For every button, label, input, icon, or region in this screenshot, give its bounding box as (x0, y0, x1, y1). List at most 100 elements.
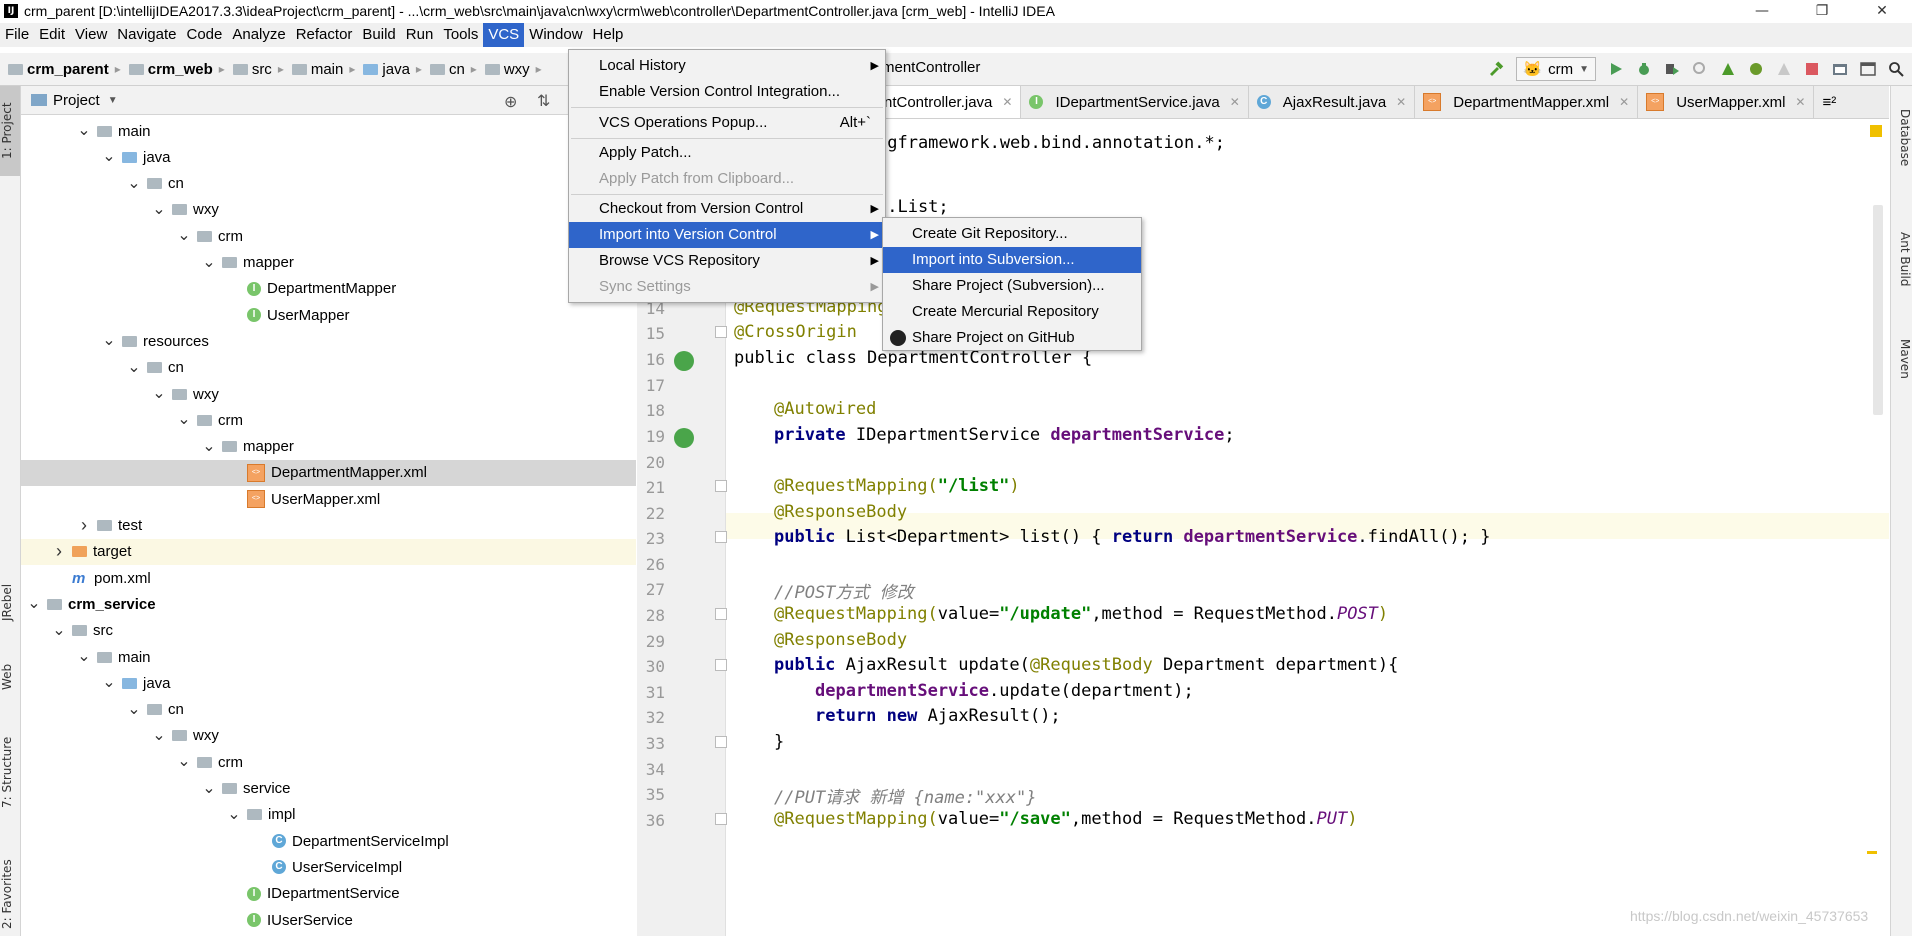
project-structure-icon[interactable] (1832, 61, 1848, 77)
fold-marker-icon[interactable] (715, 326, 727, 338)
expanded-arrow-icon[interactable]: ⌄ (152, 201, 166, 217)
expanded-arrow-icon[interactable]: ⌄ (177, 754, 191, 770)
expanded-arrow-icon[interactable]: ⌄ (27, 596, 41, 612)
breadcrumb-main[interactable]: main ▸ (291, 61, 355, 78)
tree-item[interactable]: › target (21, 538, 636, 565)
jrebel-debug-icon[interactable] (1748, 61, 1764, 77)
tree-item[interactable]: ⌄ crm (21, 749, 636, 775)
fold-marker-icon[interactable] (715, 480, 727, 492)
expanded-arrow-icon[interactable]: ⌄ (202, 254, 216, 270)
menu-refactor[interactable]: Refactor (291, 23, 358, 47)
tree-item[interactable]: ⌄ cn (21, 355, 636, 381)
run-configuration-select[interactable]: 🐱 crm ▼ (1516, 57, 1596, 81)
menu-item-vcs-operations-popup[interactable]: VCS Operations Popup... Alt+` (569, 110, 885, 136)
close-tab-icon[interactable]: ✕ (1230, 95, 1240, 109)
expanded-arrow-icon[interactable]: ⌄ (102, 675, 116, 691)
spring-bean-gutter-icon[interactable] (674, 351, 694, 371)
menu-window[interactable]: Window (524, 23, 587, 47)
tree-item[interactable]: ⌄ java (21, 144, 636, 170)
breadcrumb-cn[interactable]: cn ▸ (429, 61, 477, 78)
menu-view[interactable]: View (70, 23, 112, 47)
menu-build[interactable]: Build (357, 23, 400, 47)
menu-tools[interactable]: Tools (438, 23, 483, 47)
menu-file[interactable]: File (0, 23, 34, 47)
close-tab-icon[interactable]: ✕ (1002, 95, 1012, 109)
tree-item[interactable]: ⌄ main (21, 644, 636, 670)
menu-item-share-project-subversion[interactable]: Share Project (Subversion)... (883, 273, 1141, 299)
jrebel-disabled-icon[interactable] (1776, 61, 1792, 77)
tool-tab-ant-build[interactable]: Ant Build (1892, 214, 1912, 304)
tree-item[interactable]: › test (21, 513, 636, 539)
menu-item-share-on-github[interactable]: Share Project on GitHub (883, 325, 1141, 351)
menu-item-enable-vcs-integration[interactable]: Enable Version Control Integration... (569, 79, 885, 105)
menu-item-create-mercurial-repository[interactable]: Create Mercurial Repository (883, 299, 1141, 325)
breadcrumb-src[interactable]: src ▸ (232, 61, 284, 78)
breadcrumb-java[interactable]: java ▸ (363, 61, 422, 78)
expanded-arrow-icon[interactable]: ⌄ (102, 333, 116, 349)
expanded-arrow-icon[interactable]: ⌄ (152, 727, 166, 743)
tree-item[interactable]: ⌄ resources (21, 328, 636, 354)
menu-item-local-history[interactable]: Local History ▶ (569, 53, 885, 79)
menu-item-create-git-repository[interactable]: Create Git Repository... (883, 221, 1141, 247)
locate-icon[interactable]: ⊕ (504, 92, 517, 112)
menu-item-browse-vcs-repository[interactable]: Browse VCS Repository ▶ (569, 248, 885, 274)
tool-tab-database[interactable]: Database (1892, 98, 1912, 178)
search-icon[interactable] (1888, 61, 1904, 77)
close-tab-icon[interactable]: ✕ (1619, 95, 1629, 109)
tab-ajax-result[interactable]: C AjaxResult.java ✕ (1249, 86, 1416, 118)
breadcrumb-current-file[interactable]: mentController (882, 59, 980, 76)
breadcrumb-crm-web[interactable]: crm_web ▸ (128, 61, 225, 78)
expanded-arrow-icon[interactable]: ⌄ (77, 649, 91, 665)
menu-item-apply-patch[interactable]: Apply Patch... (569, 140, 885, 166)
fold-marker-icon[interactable] (715, 736, 727, 748)
tab-user-mapper-xml[interactable]: <> UserMapper.xml ✕ (1638, 86, 1815, 118)
tool-tab-jrebel[interactable]: JRebel (0, 572, 20, 632)
expanded-arrow-icon[interactable]: ⌄ (227, 806, 241, 822)
tree-item[interactable]: ⌄ impl (21, 802, 636, 828)
tree-item[interactable]: ⌄ wxy (21, 723, 636, 749)
expanded-arrow-icon[interactable]: ⌄ (127, 359, 141, 375)
expanded-arrow-icon[interactable]: ⌄ (177, 412, 191, 428)
tool-tab-structure[interactable]: 7: Structure (0, 722, 20, 822)
profile-icon[interactable] (1692, 61, 1708, 77)
collapsed-arrow-icon[interactable]: › (52, 541, 66, 562)
tree-item[interactable]: m pom.xml (21, 565, 636, 591)
tree-item[interactable]: ⌄ cn (21, 171, 636, 197)
tree-item[interactable]: C DepartmentServiceImpl (21, 828, 636, 854)
expanded-arrow-icon[interactable]: ⌄ (152, 386, 166, 402)
menu-edit[interactable]: Edit (34, 23, 70, 47)
fold-marker-icon[interactable] (715, 531, 727, 543)
coverage-icon[interactable] (1664, 61, 1680, 77)
expanded-arrow-icon[interactable]: ⌄ (127, 175, 141, 191)
run-icon[interactable] (1608, 61, 1624, 77)
expanded-arrow-icon[interactable]: ⌄ (102, 149, 116, 165)
fold-marker-icon[interactable] (715, 659, 727, 671)
tree-item[interactable]: ⌄ src (21, 618, 636, 644)
expanded-arrow-icon[interactable]: ⌄ (177, 228, 191, 244)
menu-run[interactable]: Run (401, 23, 439, 47)
menu-item-checkout[interactable]: Checkout from Version Control ▶ (569, 196, 885, 222)
stop-icon[interactable] (1804, 61, 1820, 77)
close-tab-icon[interactable]: ✕ (1396, 95, 1406, 109)
menu-navigate[interactable]: Navigate (112, 23, 181, 47)
autowired-gutter-icon[interactable] (674, 428, 694, 448)
maximize-button[interactable]: ❐ (1792, 0, 1852, 22)
expanded-arrow-icon[interactable]: ⌄ (52, 622, 66, 638)
tree-item[interactable]: ⌄ crm (21, 407, 636, 433)
expanded-arrow-icon[interactable]: ⌄ (202, 780, 216, 796)
collapse-icon[interactable]: ⇅ (537, 91, 550, 111)
tab-overflow-button[interactable]: ≡² (1814, 86, 1844, 118)
jrebel-run-icon[interactable] (1720, 61, 1736, 77)
menu-help[interactable]: Help (588, 23, 629, 47)
warning-marker[interactable] (1867, 851, 1877, 854)
close-tab-icon[interactable]: ✕ (1795, 95, 1805, 109)
menu-item-import-into-subversion[interactable]: Import into Subversion... (883, 247, 1141, 273)
tree-item[interactable]: ⌄ service (21, 776, 636, 802)
sdk-window-icon[interactable] (1860, 61, 1876, 77)
collapsed-arrow-icon[interactable]: › (77, 515, 91, 536)
expanded-arrow-icon[interactable]: ⌄ (202, 438, 216, 454)
inspection-status-icon[interactable] (1870, 125, 1882, 137)
tool-tab-maven[interactable]: Maven (1892, 324, 1912, 394)
tree-item[interactable]: ⌄ mapper (21, 250, 636, 276)
tree-item[interactable]: ⌄ wxy (21, 381, 636, 407)
